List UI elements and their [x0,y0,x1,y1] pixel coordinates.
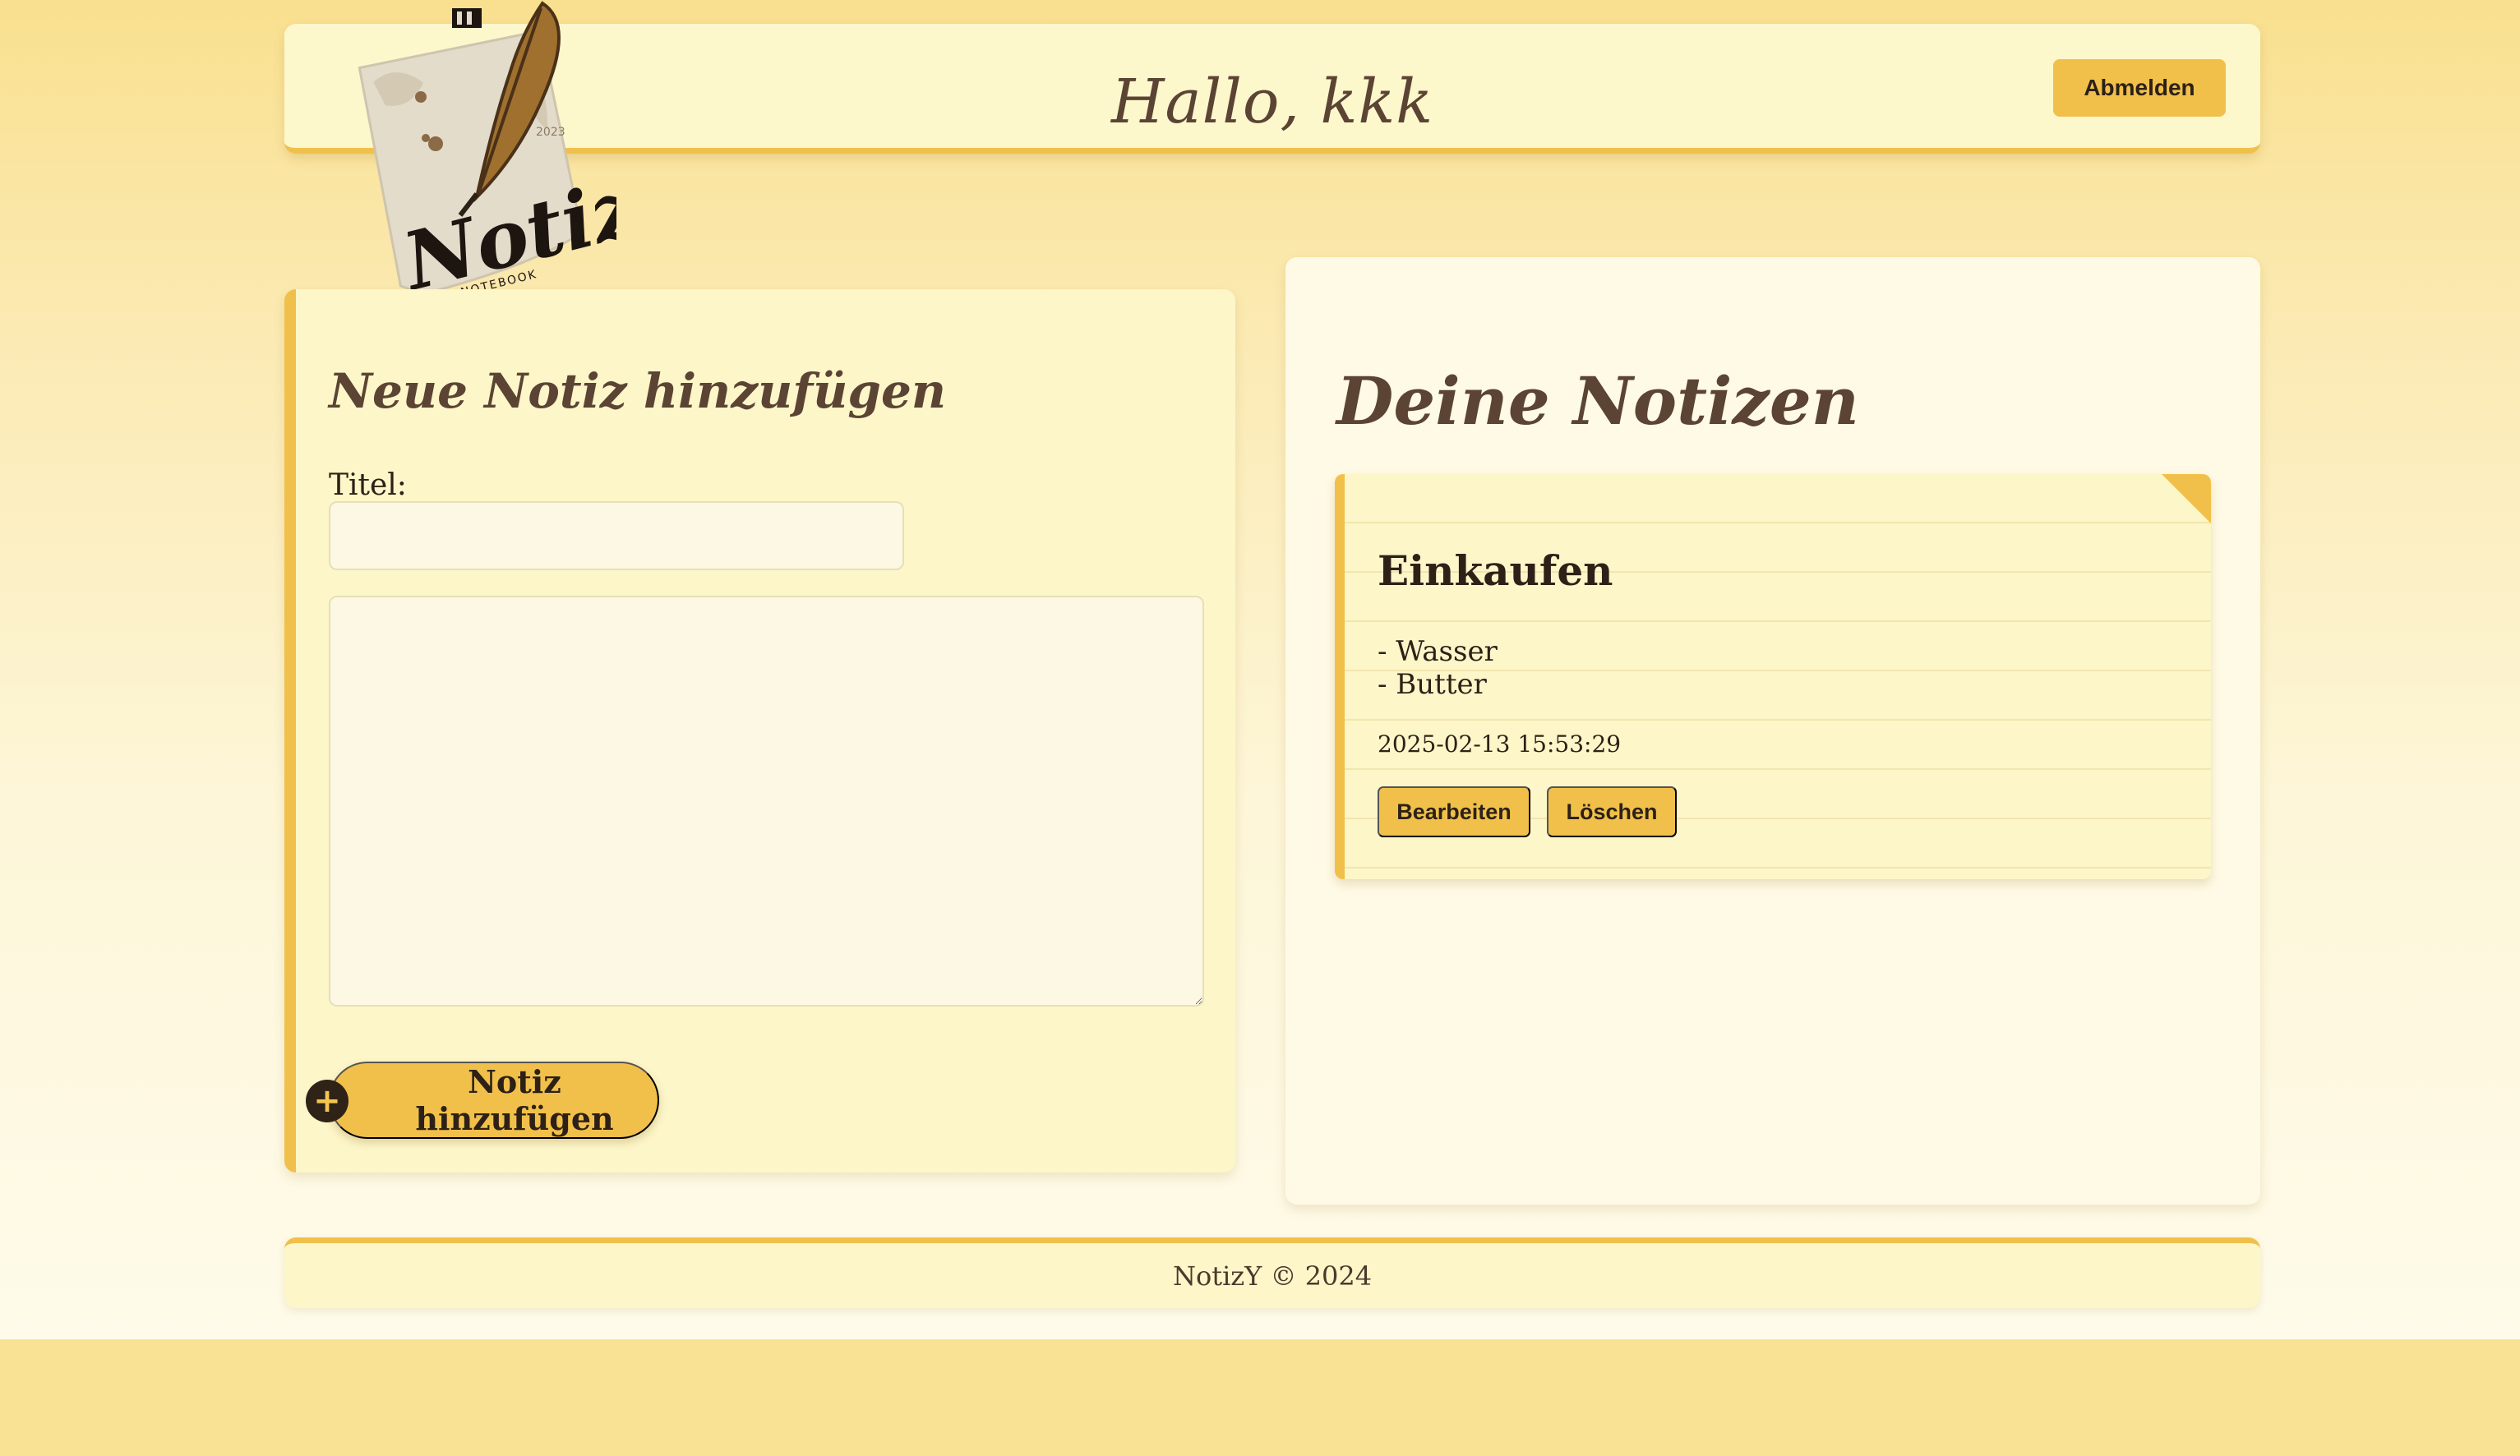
title-input[interactable] [329,501,904,570]
add-note-card: Neue Notiz hinzufügen Titel: + Notiz hin… [284,289,1235,1173]
footer-text: NotizY © 2024 [1172,1260,1373,1292]
svg-text:2023: 2023 [536,126,565,139]
notizy-logo: 2023 Notizy NOTEBOOK [353,0,695,309]
title-label: Titel: [329,468,407,502]
note-date: 2025-02-13 15:53:29 [1378,730,1622,758]
note-item: Einkaufen - Wasser - Butter 2025-02-13 1… [1335,474,2211,879]
note-content: - Wasser - Butter [1378,635,1498,701]
notes-card: Deine Notizen Einkaufen - Wasser - Butte… [1285,257,2260,1205]
plus-icon: + [306,1080,348,1122]
add-note-heading: Neue Notiz hinzufügen [329,363,947,419]
footer: NotizY © 2024 [284,1237,2260,1308]
corner-fold-icon [2162,474,2211,523]
edit-button[interactable]: Bearbeiten [1378,786,1530,837]
logout-button[interactable]: Abmelden [2053,59,2226,117]
add-note-button-label: Notiz hinzufügen [415,1063,614,1137]
note-title: Einkaufen [1378,546,1613,595]
delete-button[interactable]: Löschen [1547,786,1677,837]
content-textarea[interactable] [329,596,1204,1007]
add-note-button[interactable]: + Notiz hinzufügen [306,1062,659,1139]
notes-heading: Deine Notizen [1336,362,1859,440]
